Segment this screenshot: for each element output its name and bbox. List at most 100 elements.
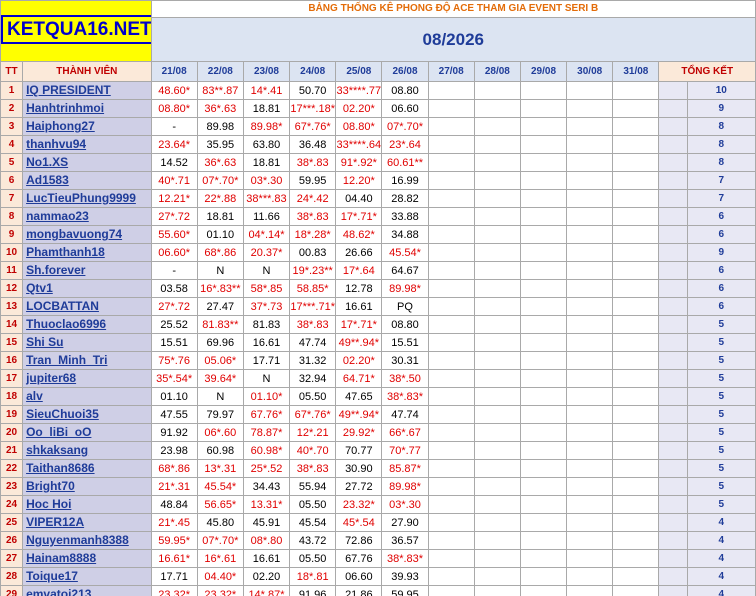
site-logo[interactable]: KETQUA16.NET xyxy=(0,0,152,62)
score-cell: 67.76 xyxy=(335,549,383,568)
total-spacer xyxy=(658,135,688,154)
empty-cell xyxy=(519,513,568,532)
total-cell: 6 xyxy=(686,297,756,316)
member-link[interactable]: jupiter68 xyxy=(26,371,76,385)
score-cell: N xyxy=(242,369,291,388)
total-cell: 4 xyxy=(686,549,756,568)
score-cell: 38*.83 xyxy=(289,315,337,334)
empty-cell xyxy=(473,351,521,370)
score-cell: 02.20* xyxy=(335,351,383,370)
member-link[interactable]: shkaksang xyxy=(26,443,88,457)
total-spacer xyxy=(658,495,688,514)
score-cell: 25*.52 xyxy=(242,459,291,478)
score-cell: 13*.31 xyxy=(196,459,244,478)
member-link[interactable]: Hanhtrinhmoi xyxy=(26,101,104,115)
score-cell: 14*.41 xyxy=(242,81,291,100)
score-cell: 27.72 xyxy=(335,477,383,496)
member-header: THÀNH VIÊN xyxy=(22,61,152,82)
total-cell: 5 xyxy=(686,477,756,496)
member-link[interactable]: Hainam8888 xyxy=(26,551,96,565)
total-cell: 8 xyxy=(686,117,756,136)
score-cell: 38*.83 xyxy=(289,459,337,478)
member-link[interactable]: Shi Su xyxy=(26,335,63,349)
member-link[interactable]: LucTieuPhung9999 xyxy=(26,191,136,205)
empty-cell xyxy=(566,513,614,532)
empty-cell xyxy=(519,333,568,352)
member-link[interactable]: Qtv1 xyxy=(26,281,53,295)
member-link[interactable]: Thuoclao6996 xyxy=(26,317,106,331)
member-link[interactable]: Bright70 xyxy=(26,479,75,493)
total-cell: 5 xyxy=(686,405,756,424)
table-row: 12 Qtv1 03.58 16*.83** 58*.85 58.85* 12.78 89.9… xyxy=(0,279,756,298)
score-cell: 16.61 xyxy=(242,549,291,568)
site-logo-text[interactable]: KETQUA16.NET xyxy=(1,15,151,44)
member-link[interactable]: No1.XS xyxy=(26,155,68,169)
table-row: 10 Phamthanh18 06.60* 68*.86 20.37* 00.83 26.6… xyxy=(0,243,756,262)
date-header: 22/08 xyxy=(196,61,244,82)
score-cell: 58*.85 xyxy=(242,279,291,298)
score-cell: 04*.14* xyxy=(242,225,291,244)
member-link[interactable]: mongbavuong74 xyxy=(26,227,122,241)
score-cell: 27.90 xyxy=(381,513,429,532)
score-cell: 38*.50 xyxy=(381,369,429,388)
score-cell: 28.82 xyxy=(381,189,429,208)
table-row: 9 mongbavuong74 55.60* 01.10 04*.14* 18*.28* 4… xyxy=(0,225,756,244)
empty-cell xyxy=(566,171,614,190)
score-cell: 36.57 xyxy=(381,531,429,550)
score-cell: 16.99 xyxy=(381,171,429,190)
total-cell: 5 xyxy=(686,387,756,406)
row-number: 15 xyxy=(0,333,24,352)
member-link[interactable]: thanhvu94 xyxy=(26,137,86,151)
total-spacer xyxy=(658,81,688,100)
member-link[interactable]: Phamthanh18 xyxy=(26,245,105,259)
member-link[interactable]: emvatoi213 xyxy=(26,587,91,596)
score-cell: 32.94 xyxy=(289,369,337,388)
member-link[interactable]: Haiphong27 xyxy=(26,119,95,133)
stats-table: KETQUA16.NET BẢNG THỐNG KÊ PHONG ĐỘ ACE … xyxy=(0,0,756,596)
member-link[interactable]: VIPER12A xyxy=(26,515,84,529)
score-cell: 33****.64 xyxy=(335,135,383,154)
score-cell: 08.80 xyxy=(381,315,429,334)
member-cell: Thuoclao6996 xyxy=(22,315,152,334)
member-link[interactable]: Toique17 xyxy=(26,569,78,583)
empty-cell xyxy=(427,567,475,586)
total-spacer xyxy=(658,567,688,586)
member-link[interactable]: Hoc Hoi xyxy=(26,497,71,511)
member-link[interactable]: nammao23 xyxy=(26,209,89,223)
member-link[interactable]: Sh.forever xyxy=(26,263,85,277)
member-link[interactable]: LOCBATTAN xyxy=(26,299,99,313)
score-cell: 89.98* xyxy=(381,279,429,298)
empty-cell xyxy=(473,189,521,208)
score-cell: 30.90 xyxy=(335,459,383,478)
member-link[interactable]: SieuChuoi35 xyxy=(26,407,99,421)
score-cell: 06.60 xyxy=(335,567,383,586)
score-cell: 24*.42 xyxy=(289,189,337,208)
member-link[interactable]: Taithan8686 xyxy=(26,461,94,475)
empty-cell xyxy=(612,207,660,226)
score-cell: 04.40 xyxy=(335,189,383,208)
row-number: 3 xyxy=(0,117,24,136)
member-link[interactable]: IQ PRESIDENT xyxy=(26,83,111,97)
member-link[interactable]: Oo_liBi_oO xyxy=(26,425,91,439)
empty-cell xyxy=(427,513,475,532)
empty-cell xyxy=(427,117,475,136)
member-link[interactable]: Nguyenmanh8388 xyxy=(26,533,129,547)
score-cell: 08.80* xyxy=(150,99,198,118)
row-number: 9 xyxy=(0,225,24,244)
empty-cell xyxy=(612,351,660,370)
stats-sheet: KETQUA16.NET BẢNG THỐNG KÊ PHONG ĐỘ ACE … xyxy=(0,0,756,596)
member-link[interactable]: Ad1583 xyxy=(26,173,69,187)
member-cell: Qtv1 xyxy=(22,279,152,298)
score-cell: 47.55 xyxy=(150,405,198,424)
empty-cell xyxy=(612,243,660,262)
empty-cell xyxy=(427,279,475,298)
member-link[interactable]: Tran_Minh_Tri xyxy=(26,353,107,367)
member-cell: Tran_Minh_Tri xyxy=(22,351,152,370)
score-cell: 45.54* xyxy=(196,477,244,496)
score-cell: 27*.72 xyxy=(150,207,198,226)
total-header: TỔNG KẾT xyxy=(658,61,756,82)
empty-cell xyxy=(612,279,660,298)
empty-cell xyxy=(473,549,521,568)
score-cell: 60.98* xyxy=(242,441,291,460)
member-link[interactable]: alv xyxy=(26,389,43,403)
